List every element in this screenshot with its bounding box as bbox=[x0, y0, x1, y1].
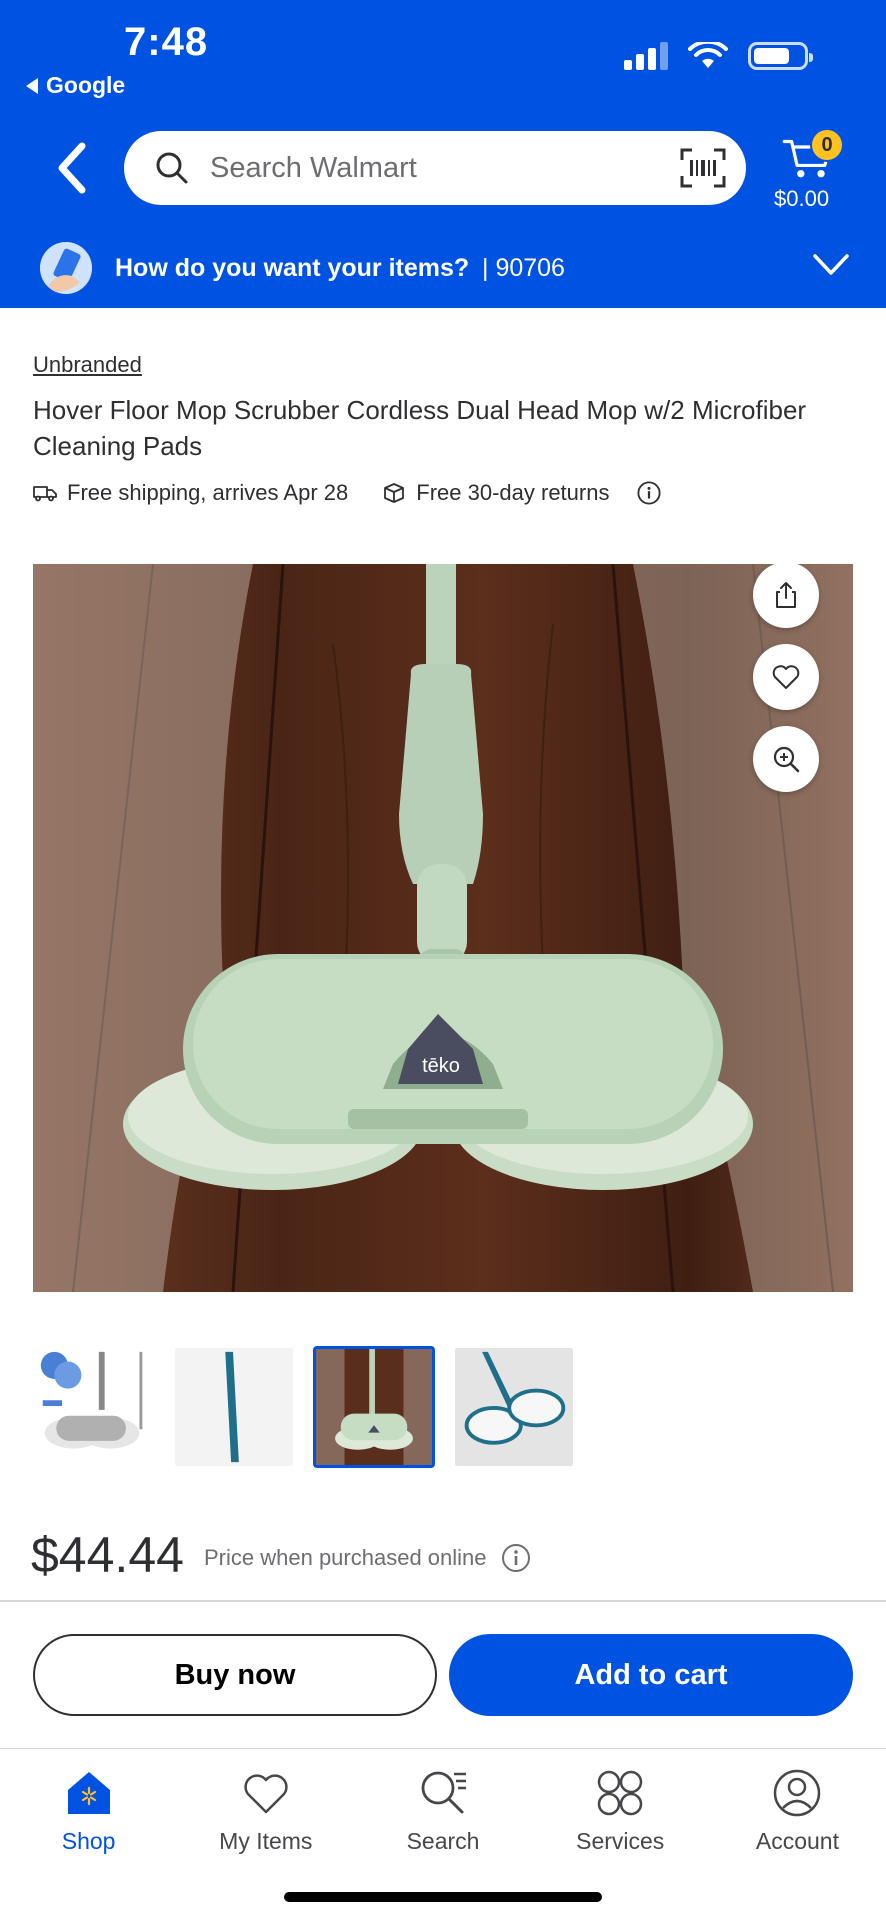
thumbnail-2[interactable] bbox=[173, 1346, 295, 1468]
tab-label: Account bbox=[755, 1828, 839, 1854]
returns-badge: Free 30-day returns bbox=[382, 480, 662, 506]
tab-shop[interactable]: Shop bbox=[0, 1752, 177, 1882]
search-input[interactable] bbox=[210, 151, 680, 185]
product-price: $44.44 bbox=[31, 1527, 184, 1583]
wifi-icon bbox=[688, 42, 728, 68]
search-list-icon bbox=[421, 1771, 466, 1814]
back-to-app-link[interactable]: Google bbox=[26, 72, 125, 99]
account-person-icon bbox=[774, 1769, 821, 1817]
shop-home-icon bbox=[67, 1772, 110, 1814]
bottom-tab-bar: Shop My Items Search Services Account bbox=[0, 1752, 886, 1882]
app-header: 7:48 Google Search Walmart 0 $0.00 How d… bbox=[0, 0, 886, 308]
status-time: 7:48 bbox=[124, 20, 209, 64]
tab-search[interactable]: Search bbox=[354, 1752, 531, 1882]
thumbnail-mop-kit-image bbox=[35, 1348, 153, 1466]
tab-services[interactable]: Services bbox=[532, 1752, 709, 1882]
thumbnail-strip bbox=[33, 1346, 575, 1468]
back-triangle-icon bbox=[26, 77, 38, 94]
home-indicator bbox=[284, 1892, 602, 1902]
divider bbox=[0, 1748, 886, 1749]
zoom-in-icon bbox=[773, 746, 800, 773]
share-button[interactable] bbox=[753, 564, 819, 628]
heart-icon bbox=[772, 665, 800, 689]
tab-label: Shop bbox=[61, 1828, 116, 1854]
info-icon[interactable] bbox=[637, 481, 662, 505]
heart-icon bbox=[244, 1774, 288, 1814]
cart-button[interactable]: 0 $0.00 bbox=[770, 124, 870, 214]
delivery-prompt: How do you want your items? bbox=[115, 254, 470, 282]
truck-icon bbox=[33, 486, 57, 502]
price-note: Price when purchased online bbox=[204, 1543, 531, 1573]
battery-icon bbox=[748, 42, 813, 70]
thumbnail-4[interactable] bbox=[453, 1346, 575, 1468]
product-hero-image[interactable]: tēko bbox=[33, 564, 853, 1292]
search-icon bbox=[156, 152, 188, 184]
return-box-icon bbox=[384, 483, 405, 503]
back-chevron-icon[interactable] bbox=[52, 140, 92, 196]
shipping-text: Free shipping, arrives Apr 28 bbox=[67, 480, 349, 505]
delivery-selector[interactable]: How do you want your items? | 90706 bbox=[0, 240, 886, 308]
price-note-text: Price when purchased online bbox=[204, 1545, 487, 1570]
mop-on-floor-image: tēko bbox=[33, 564, 853, 1292]
thumbnail-3[interactable] bbox=[313, 1346, 435, 1468]
info-icon[interactable] bbox=[501, 1543, 531, 1573]
delivery-phone-icon bbox=[40, 242, 92, 294]
divider bbox=[0, 1600, 886, 1602]
product-title: Hover Floor Mop Scrubber Cordless Dual H… bbox=[33, 395, 807, 461]
cellular-signal-icon bbox=[624, 42, 668, 70]
tab-label: Services bbox=[576, 1828, 665, 1854]
status-icons bbox=[624, 42, 813, 70]
thumbnail-1[interactable] bbox=[33, 1346, 155, 1468]
search-bar[interactable] bbox=[124, 131, 746, 205]
brand-link[interactable]: Unbranded bbox=[33, 352, 142, 378]
barcode-scan-icon[interactable] bbox=[680, 148, 726, 188]
cart-total: $0.00 bbox=[774, 186, 830, 211]
returns-text: Free 30-day returns bbox=[416, 480, 610, 505]
thumbnail-handle-image bbox=[175, 1348, 293, 1466]
mop-logo-text: tēko bbox=[422, 1055, 460, 1077]
fulfillment-badges: Free shipping, arrives Apr 28 Free 30-da… bbox=[33, 480, 662, 506]
shipping-badge: Free shipping, arrives Apr 28 bbox=[33, 480, 348, 506]
favorite-button[interactable] bbox=[753, 644, 819, 710]
tab-account[interactable]: Account bbox=[709, 1752, 886, 1882]
tab-my-items[interactable]: My Items bbox=[177, 1752, 354, 1882]
delivery-zip: | 90706 bbox=[482, 254, 565, 282]
thumbnail-mop-floor-image bbox=[316, 1349, 432, 1465]
thumbnail-mop-top-image bbox=[455, 1348, 573, 1466]
add-to-cart-button[interactable]: Add to cart bbox=[449, 1634, 853, 1716]
tab-label: My Items bbox=[219, 1828, 313, 1854]
cart-count-badge: 0 bbox=[810, 128, 844, 162]
buy-now-button[interactable]: Buy now bbox=[33, 1634, 437, 1716]
services-grid-icon bbox=[597, 1770, 643, 1816]
share-icon bbox=[776, 582, 796, 608]
back-app-label: Google bbox=[46, 72, 126, 98]
chevron-down-icon bbox=[813, 254, 849, 275]
zoom-button[interactable] bbox=[753, 726, 819, 792]
tab-label: Search bbox=[406, 1828, 480, 1854]
